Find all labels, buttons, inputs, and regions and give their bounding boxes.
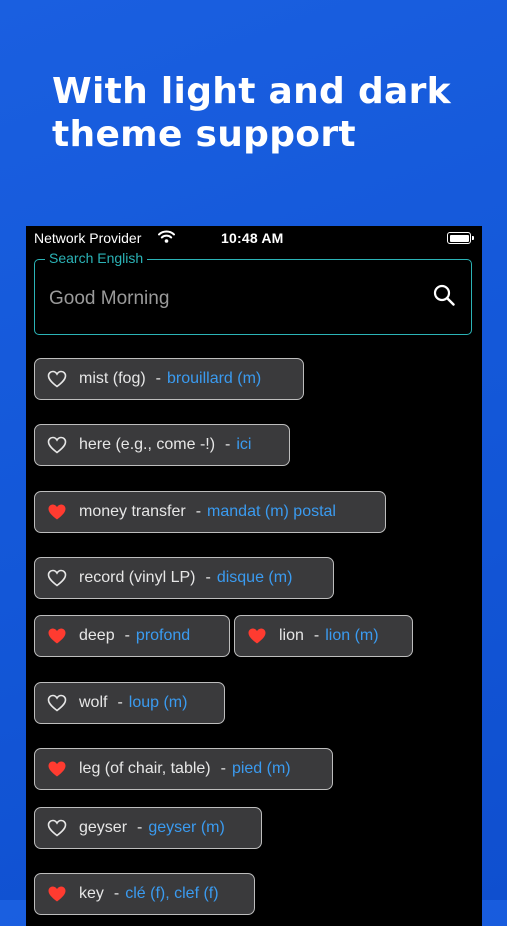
heart-filled-icon[interactable] — [47, 885, 67, 903]
french-translation: lion (m) — [325, 627, 379, 644]
english-word: money transfer — [79, 503, 186, 520]
separator: - — [155, 370, 161, 387]
french-translation: disque (m) — [216, 569, 293, 586]
english-word: wolf — [79, 694, 108, 711]
word-chip[interactable]: geyser - geyser (m) — [34, 807, 262, 849]
heart-outline-icon[interactable] — [47, 569, 67, 587]
english-word: here (e.g., come -!) — [79, 436, 216, 453]
english-word: mist (fog) — [79, 370, 146, 387]
separator: - — [117, 694, 123, 711]
separator: - — [205, 569, 211, 586]
separator: - — [124, 627, 130, 644]
word-chip[interactable]: key - clé (f), clef (f) — [34, 873, 255, 915]
french-translation: clé (f), clef (f) — [125, 885, 219, 902]
separator: - — [313, 627, 320, 644]
word-chip[interactable]: deep - profond — [34, 615, 230, 657]
word-chip[interactable]: here (e.g., come -!) - ici — [34, 424, 290, 466]
results-list: mist (fog) - brouillard (m) here (e.g., com… — [26, 226, 482, 926]
french-translation: brouillard (m) — [167, 370, 262, 387]
french-translation: ici — [236, 436, 252, 453]
headline-line-1: With light and dark — [52, 71, 451, 112]
english-word: record (vinyl LP) — [79, 569, 196, 586]
word-chip[interactable]: wolf - loup (m) — [34, 682, 225, 724]
french-translation: profond — [135, 627, 191, 644]
english-word: deep — [79, 627, 115, 644]
separator: - — [225, 436, 231, 453]
heart-outline-icon[interactable] — [47, 819, 67, 837]
english-word: key — [79, 885, 104, 902]
separator: - — [113, 885, 120, 902]
separator: - — [137, 819, 143, 836]
headline: With light and dark theme support — [52, 70, 492, 156]
heart-filled-icon[interactable] — [47, 503, 67, 521]
word-chip[interactable]: record (vinyl LP) - disque (m) — [34, 557, 334, 599]
word-chip[interactable]: lion - lion (m) — [234, 615, 413, 657]
heart-filled-icon[interactable] — [247, 627, 267, 645]
french-translation: geyser (m) — [148, 819, 225, 836]
phone-screen: Network Provider 10:48 AM Search English… — [26, 226, 482, 926]
word-chip[interactable]: money transfer - mandat (m) postal — [34, 491, 386, 533]
french-translation: mandat (m) postal — [207, 503, 336, 520]
word-chip[interactable]: mist (fog) - brouillard (m) — [34, 358, 304, 400]
heart-filled-icon[interactable] — [47, 760, 67, 778]
separator: - — [220, 760, 226, 777]
heart-outline-icon[interactable] — [47, 694, 67, 712]
english-word: lion — [279, 627, 304, 644]
english-word: geyser — [79, 819, 128, 836]
separator: - — [195, 503, 202, 520]
heart-filled-icon[interactable] — [47, 627, 67, 645]
english-word: leg (of chair, table) — [79, 760, 211, 777]
french-translation: loup (m) — [128, 694, 188, 711]
heart-outline-icon[interactable] — [47, 436, 67, 454]
french-translation: pied (m) — [231, 760, 291, 777]
headline-line-2: theme support — [52, 114, 356, 155]
word-chip[interactable]: leg (of chair, table) - pied (m) — [34, 748, 333, 790]
heart-outline-icon[interactable] — [47, 370, 67, 388]
